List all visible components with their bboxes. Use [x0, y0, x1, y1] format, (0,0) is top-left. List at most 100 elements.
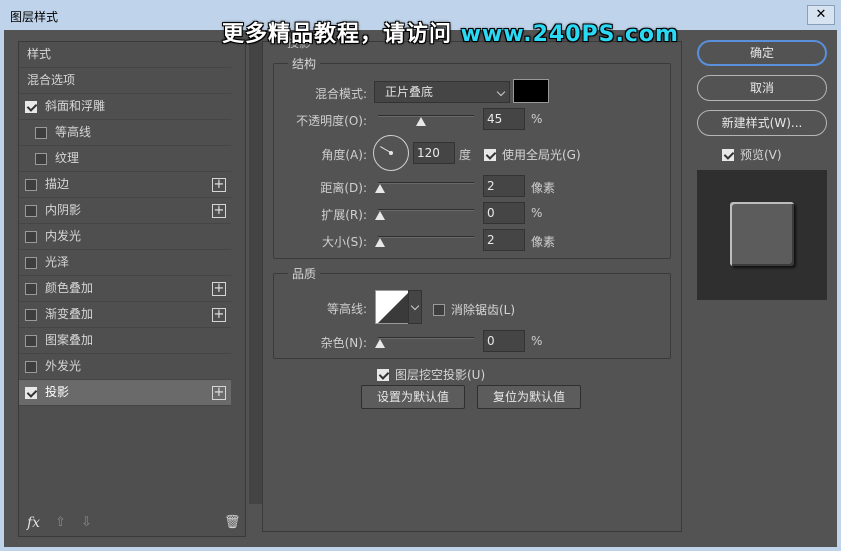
preview-tile	[730, 202, 794, 266]
unchecked-checkbox-icon[interactable]	[25, 231, 37, 243]
spread-label: 扩展(R):	[321, 208, 367, 222]
unchecked-checkbox-icon[interactable]	[35, 153, 47, 165]
ok-button[interactable]: 确定	[697, 40, 827, 66]
spread-slider-track[interactable]	[378, 209, 474, 211]
size-unit: 像素	[531, 235, 556, 249]
style-item-label: 内发光	[45, 229, 82, 243]
style-item-label: 混合选项	[27, 73, 76, 87]
cancel-button[interactable]: 取消	[697, 75, 827, 101]
unchecked-checkbox-icon[interactable]	[25, 361, 37, 373]
antialias-check-icon[interactable]	[433, 303, 445, 316]
size-input[interactable]: 2	[483, 229, 525, 251]
angle-dial[interactable]	[373, 135, 409, 171]
add-effect-icon[interactable]: +	[212, 282, 226, 296]
style-item-label: 斜面和浮雕	[45, 99, 106, 113]
style-item-label: 图案叠加	[45, 333, 94, 347]
chevron-down-icon	[410, 301, 420, 311]
shadow-color-swatch[interactable]	[513, 79, 549, 103]
size-label: 大小(S):	[321, 235, 367, 249]
style-item[interactable]: 光泽	[19, 250, 231, 276]
style-item[interactable]: 图案叠加	[19, 328, 231, 354]
size-slider-track[interactable]	[378, 236, 474, 238]
contour-picker[interactable]	[375, 290, 411, 324]
knockout-label: 图层挖空投影(U)	[395, 368, 486, 382]
angle-input[interactable]: 120	[413, 142, 455, 164]
blend-mode-label: 混合模式:	[314, 87, 367, 101]
unchecked-checkbox-icon[interactable]	[25, 283, 37, 295]
distance-unit: 像素	[531, 181, 556, 195]
style-item[interactable]: 渐变叠加 +	[19, 302, 231, 328]
move-up-icon[interactable]: ⇧	[55, 515, 66, 530]
chevron-down-icon	[496, 87, 506, 97]
noise-slider-thumb[interactable]	[375, 339, 385, 348]
checked-checkbox-icon[interactable]	[25, 101, 37, 113]
style-item[interactable]: 投影 +	[19, 380, 231, 406]
preview-check-icon[interactable]	[722, 148, 734, 161]
unchecked-checkbox-icon[interactable]	[25, 179, 37, 191]
watermark-url: www.240PS.com	[460, 22, 679, 47]
add-effect-icon[interactable]: +	[212, 308, 226, 322]
distance-slider-thumb[interactable]	[375, 184, 385, 193]
style-item-label: 等高线	[55, 125, 92, 139]
angle-unit: 度	[459, 148, 472, 162]
spread-slider-thumb[interactable]	[375, 211, 385, 220]
unchecked-checkbox-icon[interactable]	[25, 205, 37, 217]
opacity-input[interactable]: 45	[483, 108, 525, 130]
global-light-checkbox[interactable]: 使用全局光(G)	[484, 146, 581, 163]
opacity-slider-thumb[interactable]	[416, 117, 427, 126]
style-item[interactable]: 混合选项	[19, 68, 231, 94]
style-item[interactable]: 等高线	[19, 120, 231, 146]
unchecked-checkbox-icon[interactable]	[25, 335, 37, 347]
spread-input[interactable]: 0	[483, 202, 525, 224]
fx-icon[interactable]: fx	[27, 515, 40, 531]
watermark: 更多精品教程，请访问 www.240PS.com	[222, 16, 679, 48]
style-preview	[697, 170, 827, 300]
add-effect-icon[interactable]: +	[212, 386, 226, 400]
global-light-check-icon[interactable]	[484, 148, 496, 161]
style-item[interactable]: 纹理	[19, 146, 231, 172]
styles-scrollbar[interactable]	[249, 42, 263, 504]
unchecked-checkbox-icon[interactable]	[35, 127, 47, 139]
style-item[interactable]: 描边 +	[19, 172, 231, 198]
unchecked-checkbox-icon[interactable]	[25, 309, 37, 321]
style-item[interactable]: 斜面和浮雕	[19, 94, 231, 120]
unchecked-checkbox-icon[interactable]	[25, 257, 37, 269]
knockout-checkbox[interactable]: 图层挖空投影(U)	[377, 366, 485, 383]
size-slider-thumb[interactable]	[375, 238, 385, 247]
style-item[interactable]: 内发光	[19, 224, 231, 250]
preview-label: 预览(V)	[740, 148, 782, 162]
noise-slider-track[interactable]	[378, 337, 474, 339]
style-item[interactable]: 颜色叠加 +	[19, 276, 231, 302]
knockout-check-icon[interactable]	[377, 368, 389, 381]
watermark-text: 更多精品教程，请访问	[222, 22, 461, 47]
structure-title: 结构	[288, 55, 321, 72]
style-item[interactable]: 样式	[19, 42, 231, 68]
angle-dial-center	[389, 151, 393, 155]
new-style-button[interactable]: 新建样式(W)...	[697, 110, 827, 136]
style-item-label: 颜色叠加	[45, 281, 94, 295]
spread-unit: %	[531, 206, 543, 220]
move-down-icon[interactable]: ⇩	[81, 515, 92, 530]
noise-label: 杂色(N):	[320, 336, 367, 350]
opacity-unit: %	[531, 112, 543, 126]
style-item-label: 纹理	[55, 151, 80, 165]
checked-checkbox-icon[interactable]	[25, 387, 37, 399]
distance-input[interactable]: 2	[483, 175, 525, 197]
add-effect-icon[interactable]: +	[212, 204, 226, 218]
style-item[interactable]: 外发光	[19, 354, 231, 380]
add-effect-icon[interactable]: +	[212, 178, 226, 192]
style-item[interactable]: 内阴影 +	[19, 198, 231, 224]
set-default-button[interactable]: 设置为默认值	[361, 385, 465, 409]
close-button[interactable]: ✕	[807, 5, 835, 25]
noise-input[interactable]: 0	[483, 330, 525, 352]
contour-dropdown[interactable]	[408, 290, 422, 324]
antialias-checkbox[interactable]: 消除锯齿(L)	[433, 301, 515, 318]
opacity-label: 不透明度(O):	[296, 114, 367, 128]
preview-checkbox[interactable]: 预览(V)	[722, 146, 782, 163]
trash-icon[interactable]: 🗑	[224, 515, 241, 530]
style-item-label: 投影	[45, 385, 70, 399]
distance-slider-track[interactable]	[378, 182, 474, 184]
contour-curve-icon	[378, 291, 410, 323]
blend-mode-select[interactable]: 正片叠底	[374, 81, 510, 103]
reset-default-button[interactable]: 复位为默认值	[477, 385, 581, 409]
